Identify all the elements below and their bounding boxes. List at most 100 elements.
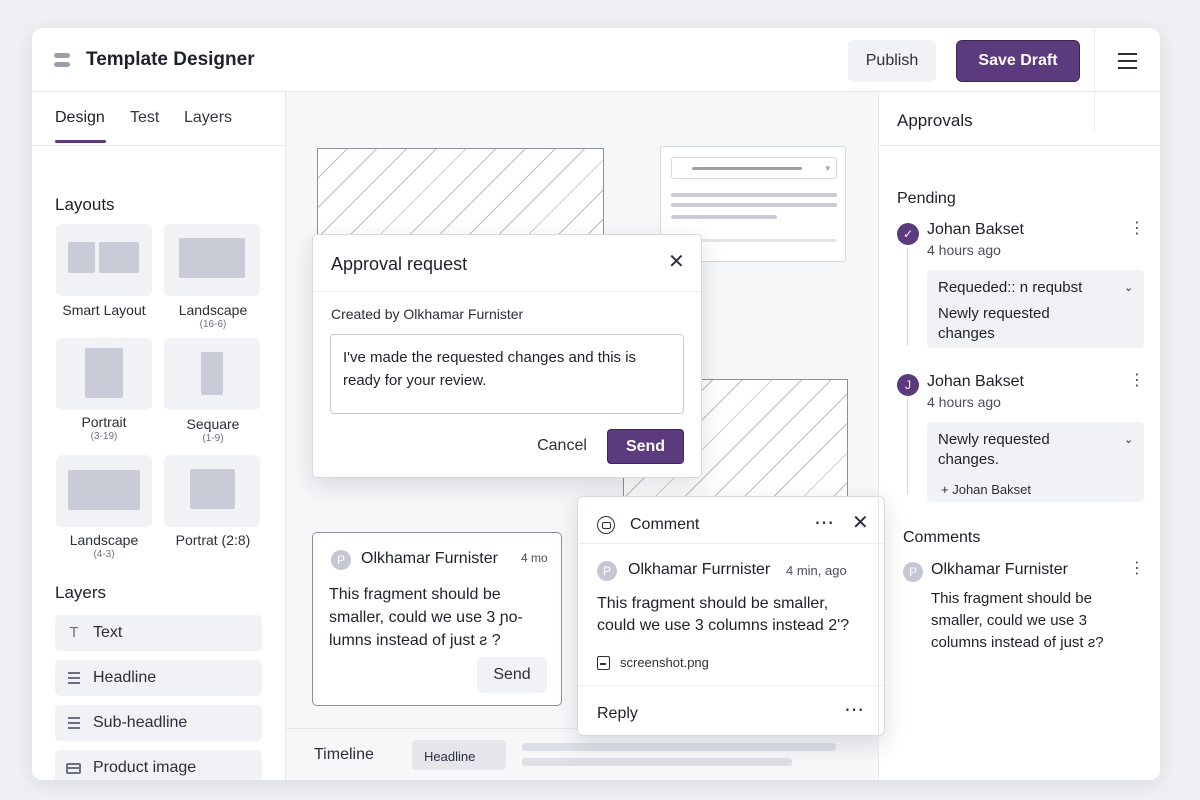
placeholder-dropdown: ▾ — [671, 157, 837, 179]
layouts-heading: Layouts — [55, 195, 115, 214]
send-button[interactable]: Send — [477, 657, 547, 693]
pending-heading: Pending — [897, 190, 956, 207]
tab-test[interactable]: Test — [130, 109, 159, 127]
layout-card-landscape-4-3[interactable] — [56, 455, 152, 527]
layout-card-landscape-16-6[interactable] — [164, 224, 260, 296]
comment-author: Olkhamar Furnister — [931, 561, 1068, 578]
attachment-link[interactable]: screenshot.png — [620, 655, 709, 670]
layout-thumb — [68, 470, 140, 510]
cancel-button[interactable]: Cancel — [529, 429, 595, 463]
more-options-icon[interactable]: ⋯ — [814, 510, 835, 535]
tab-layers[interactable]: Layers — [184, 109, 232, 127]
publish-button[interactable]: Publish — [848, 40, 936, 82]
layout-ratio: (16-6) — [199, 319, 227, 330]
popover-divider — [578, 543, 884, 544]
plus-icon: + — [941, 482, 953, 497]
file-icon — [597, 656, 610, 670]
layout-ratio: (1-9) — [202, 433, 224, 444]
hamburger-menu-icon[interactable] — [1118, 53, 1137, 69]
lines-icon — [67, 669, 81, 687]
image-icon — [66, 763, 81, 774]
approver-name: Johan Bakset — [927, 373, 1024, 390]
timeline-chip-headline[interactable]: Headline — [412, 740, 506, 770]
request-title: Newly requested changes. — [938, 431, 1050, 468]
image-placeholder[interactable] — [317, 148, 604, 238]
layer-label: Sub-headline — [93, 714, 188, 731]
request-title: Requeded:: n requbst — [938, 279, 1083, 296]
timeline-track[interactable] — [522, 743, 836, 751]
close-icon[interactable]: ✕ — [852, 513, 869, 533]
canvas-comment-card[interactable]: P Olkhamar Furnister 4 mo This fragment … — [312, 532, 562, 706]
layout-label: Portrat (2:8) — [175, 532, 251, 548]
comment-time: 4 min, ago — [786, 563, 847, 578]
layer-label: Text — [93, 624, 123, 641]
layer-item-sub-headline[interactable]: Sub-headline — [55, 705, 262, 741]
comment-popover: Comment ⋯ ✕ P Olkhamar Furrnister 4 min,… — [577, 496, 885, 736]
timeline-track[interactable] — [522, 758, 792, 766]
layer-item-product-image[interactable]: Product image — [55, 750, 262, 780]
placeholder-line — [671, 203, 837, 207]
timeline-label: Timeline — [314, 746, 374, 763]
close-icon[interactable]: ✕ — [668, 252, 685, 272]
modal-title: Approval request — [331, 254, 468, 274]
layer-item-headline[interactable]: Headline — [55, 660, 262, 696]
more-options-icon[interactable]: ⋮ — [1129, 561, 1145, 577]
created-by-label: Created by Olkhamar Furnister — [331, 306, 524, 322]
chevron-down-icon[interactable]: ⌄ — [1124, 281, 1133, 294]
layers-heading: Layers — [55, 583, 107, 602]
placeholder-text-line — [692, 167, 802, 170]
request-box[interactable]: Requeded:: n requbst ⌄ Newly requested c… — [927, 270, 1144, 348]
layout-label: Sequare — [186, 416, 240, 432]
layout-label: Portrait — [81, 414, 127, 430]
more-options-icon[interactable]: ⋯ — [844, 697, 864, 722]
layer-label: Product image — [93, 759, 197, 776]
send-button[interactable]: Send — [607, 429, 684, 464]
comment-author: Olkhamar Furrnister — [628, 561, 771, 578]
chevron-down-icon: ▾ — [825, 163, 830, 173]
approver-name: Johan Bakset — [927, 221, 1024, 238]
popover-divider — [578, 685, 884, 686]
layout-card-portrait[interactable] — [56, 338, 152, 410]
comment-text: This fragment should be smaller, could w… — [931, 590, 1104, 651]
more-options-icon[interactable]: ⋮ — [1129, 221, 1145, 237]
app-title: Template Designer — [86, 49, 255, 70]
layout-card-smart[interactable] — [56, 224, 152, 296]
save-draft-button[interactable]: Save Draft — [956, 40, 1080, 82]
comment-time: 4 mo — [521, 551, 548, 565]
avatar: P — [903, 562, 923, 582]
more-options-icon[interactable]: ⋮ — [1129, 373, 1145, 389]
text-icon: T — [69, 624, 79, 641]
layout-thumb — [99, 242, 139, 273]
placeholder-line — [671, 193, 837, 197]
thread-line — [907, 398, 908, 494]
layout-card-square[interactable] — [164, 338, 260, 410]
active-tab-indicator — [55, 140, 106, 143]
add-reviewer[interactable]: + Johan Bakset — [941, 482, 1031, 497]
chevron-down-icon[interactable]: ⌄ — [1124, 433, 1133, 446]
approval-time: 4 hours ago — [927, 394, 1001, 410]
layer-label: Headline — [93, 669, 157, 686]
layout-thumb — [85, 348, 123, 398]
tab-design[interactable]: Design — [55, 109, 105, 127]
approvals-title: Approvals — [897, 111, 973, 130]
comment-author: Olkhamar Furnister — [361, 550, 498, 567]
placeholder-line — [671, 215, 777, 219]
comment-text: This fragment should be smaller, could w… — [329, 586, 523, 649]
approvals-panel: Approvals Pending ✓ Johan Bakset 4 hours… — [878, 92, 1160, 780]
layer-item-text[interactable]: T Text — [55, 615, 262, 651]
comments-heading: Comments — [903, 529, 981, 546]
approval-request-modal: Approval request ✕ Created by Olkhamar F… — [312, 234, 702, 478]
request-detail: Newly requested changes — [938, 305, 1050, 342]
panel-divider — [879, 145, 1160, 146]
reply-button[interactable]: Reply — [597, 705, 638, 723]
layout-ratio: (4-3) — [93, 549, 115, 560]
layout-thumb — [190, 469, 235, 509]
add-reviewer-label: Johan Bakset — [952, 482, 1031, 497]
comment-text: This fragment should be smaller, could w… — [597, 595, 850, 634]
message-textarea[interactable]: I've made the requested changes and this… — [330, 334, 684, 414]
left-sidebar: Design Test Layers Layouts Smart Layout … — [32, 92, 286, 780]
layout-card-portrait-2-8[interactable] — [164, 455, 260, 527]
request-box[interactable]: Newly requested changes. ⌄ + Johan Bakse… — [927, 422, 1144, 502]
modal-divider — [313, 291, 701, 292]
layout-ratio: (3-19) — [90, 431, 118, 442]
